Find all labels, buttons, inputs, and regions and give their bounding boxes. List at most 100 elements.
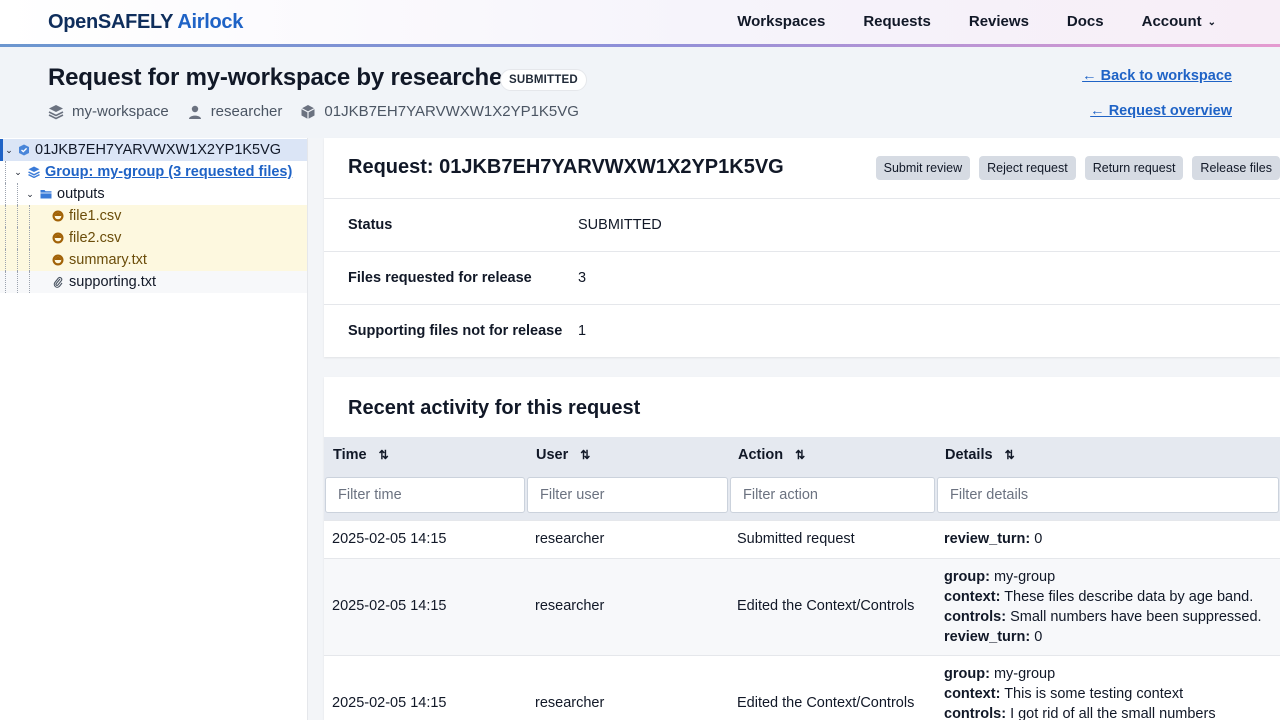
tree-guide (29, 227, 30, 249)
return-request-button[interactable]: Return request (1084, 156, 1184, 180)
column-header-time[interactable]: Time ⇅ (333, 447, 389, 463)
status-badge: SUBMITTED (500, 69, 587, 91)
sort-icon[interactable]: ⇅ (795, 448, 805, 462)
tree-item-group-label: Group: my-group (3 requested files) (45, 164, 293, 180)
tree-item-supporting-file[interactable]: supporting.txt (0, 271, 307, 293)
tree-guide (17, 271, 18, 293)
filter-user-input[interactable] (527, 477, 728, 513)
filter-time-input[interactable] (325, 477, 525, 513)
meta-user-label: researcher (210, 103, 283, 120)
detail-key: context: (944, 589, 1001, 605)
folder-open-icon (40, 190, 52, 199)
brand-accent: Airlock (177, 11, 244, 33)
activity-card: Recent activity for this request Time ⇅ U… (324, 377, 1280, 720)
info-row-supporting-files: Supporting files not for release 1 (324, 304, 1280, 357)
detail-key: review_turn: (944, 629, 1031, 645)
activity-table-header: Time ⇅ User ⇅ Action ⇅ Details ⇅ (324, 437, 1280, 520)
detail-value: my-group (993, 666, 1056, 682)
main-nav: Workspaces Requests Reviews Docs Account… (737, 13, 1216, 30)
tree-guide (5, 249, 6, 271)
nav-workspaces[interactable]: Workspaces (737, 13, 825, 30)
nav-requests[interactable]: Requests (863, 13, 931, 30)
tree-item-file-label: file1.csv (69, 208, 122, 224)
column-label: Action (738, 447, 784, 463)
reject-request-button[interactable]: Reject request (979, 156, 1076, 180)
column-header-action[interactable]: Action ⇅ (738, 447, 805, 463)
nav-reviews[interactable]: Reviews (969, 13, 1029, 30)
detail-key: context: (944, 686, 1001, 702)
request-title: Request: 01JKB7EH7YARVWXW1X2YP1K5VG (348, 156, 784, 178)
request-overview-link[interactable]: ← Request overview (1090, 103, 1232, 119)
column-label: User (536, 447, 569, 463)
detail-line: review_turn: 0 (944, 529, 1042, 549)
tree-guide (29, 249, 30, 271)
detail-value: my-group (993, 569, 1056, 585)
detail-key: review_turn: (944, 531, 1031, 547)
info-label: Files requested for release (348, 270, 532, 286)
tree-guide (5, 227, 6, 249)
request-actions: Submit review Reject request Return requ… (875, 156, 1280, 180)
page-title: Request for my-workspace by researcher (48, 64, 512, 91)
chevron-down-icon[interactable]: ⌄ (12, 167, 24, 178)
page-header: Request for my-workspace by researcher S… (0, 47, 1280, 138)
meta-request-id: 01JKB7EH7YARVWXW1X2YP1K5VG (300, 103, 579, 120)
nav-account[interactable]: Account ⌄ (1142, 13, 1216, 30)
detail-value: Small numbers have been suppressed. (1010, 609, 1262, 625)
activity-title: Recent activity for this request (348, 397, 641, 419)
pending-review-icon (52, 232, 64, 244)
tree-item-file[interactable]: file1.csv (0, 205, 307, 227)
cell-action: Edited the Context/Controls (737, 695, 915, 711)
submit-review-button[interactable]: Submit review (875, 156, 971, 180)
sort-icon[interactable]: ⇅ (580, 448, 590, 462)
tree-item-folder[interactable]: ⌄ outputs (0, 183, 307, 205)
meta-request-id-label: 01JKB7EH7YARVWXW1X2YP1K5VG (324, 103, 579, 120)
nav-account-label: Account (1141, 13, 1202, 30)
filter-details-input[interactable] (937, 477, 1279, 513)
request-icon (19, 144, 29, 156)
tree-item-file-label: summary.txt (69, 252, 147, 268)
tree-item-file[interactable]: summary.txt (0, 249, 307, 271)
meta-workspace-label: my-workspace (72, 103, 169, 120)
tree-item-request-label: 01JKB7EH7YARVWXW1X2YP1K5VG (35, 142, 282, 158)
detail-line: context: This is some testing context (944, 684, 1216, 704)
cell-details: group: my-group context: These files des… (944, 567, 1262, 647)
tree-guide (29, 205, 30, 227)
detail-key: controls: (944, 706, 1007, 720)
tree-item-file[interactable]: file2.csv (0, 227, 307, 249)
tree-guide (5, 271, 6, 293)
file-tree: ⌄ 01JKB7EH7YARVWXW1X2YP1K5VG ⌄ Group: my… (0, 138, 308, 720)
cell-time: 2025-02-05 14:15 (332, 531, 447, 547)
tree-item-supporting-label: supporting.txt (69, 274, 157, 290)
top-navbar: OpenSAFELY Airlock Workspaces Requests R… (0, 0, 1280, 44)
main-content: Request: 01JKB7EH7YARVWXW1X2YP1K5VG Subm… (308, 138, 1280, 720)
tree-guide (17, 205, 18, 227)
chevron-down-icon[interactable]: ⌄ (3, 145, 15, 156)
request-meta: my-workspace researcher 01JKB7EH7YARVWXW… (48, 103, 579, 120)
detail-line: group: my-group (944, 567, 1262, 587)
tree-item-group[interactable]: ⌄ Group: my-group (3 requested files) (0, 161, 307, 183)
back-to-workspace-link[interactable]: ← Back to workspace (1082, 68, 1232, 84)
nav-docs[interactable]: Docs (1067, 13, 1104, 30)
cell-user: researcher (535, 531, 605, 547)
column-header-details[interactable]: Details ⇅ (945, 447, 1015, 463)
release-files-button[interactable]: Release files (1192, 156, 1280, 180)
cell-details: group: my-group context: This is some te… (944, 664, 1216, 720)
detail-line: controls: Small numbers have been suppre… (944, 607, 1262, 627)
detail-line: controls: I got rid of all the small num… (944, 704, 1216, 720)
tree-item-request[interactable]: ⌄ 01JKB7EH7YARVWXW1X2YP1K5VG (0, 139, 307, 161)
tree-guide (5, 161, 6, 183)
brand-main: OpenSAFELY (48, 11, 173, 33)
chevron-down-icon[interactable]: ⌄ (24, 189, 36, 200)
paperclip-icon (53, 276, 63, 288)
detail-key: group: (944, 569, 990, 585)
sort-icon[interactable]: ⇅ (1005, 448, 1015, 462)
sort-icon[interactable]: ⇅ (379, 448, 389, 462)
detail-value: These files describe data by age band. (1004, 589, 1254, 605)
filter-action-input[interactable] (730, 477, 935, 513)
column-label: Details (945, 447, 993, 463)
brand-logo[interactable]: OpenSAFELY Airlock (48, 11, 243, 34)
column-header-user[interactable]: User ⇅ (536, 447, 590, 463)
tree-item-folder-label: outputs (57, 186, 105, 202)
cell-details: review_turn: 0 (944, 529, 1042, 549)
table-row: 2025-02-05 14:15 researcher Submitted re… (324, 520, 1280, 558)
